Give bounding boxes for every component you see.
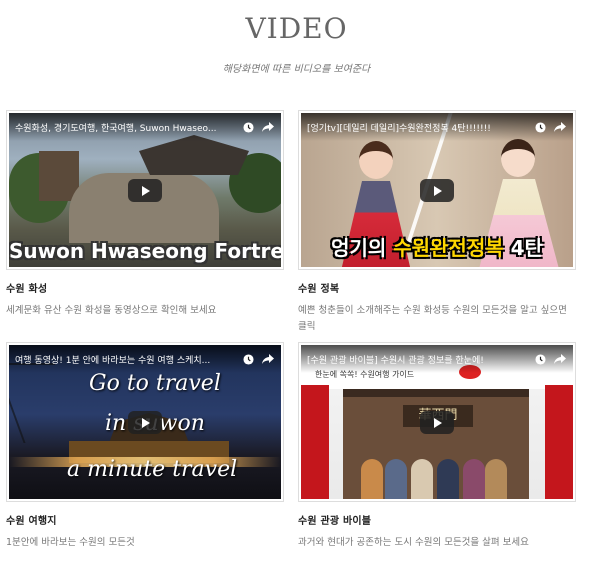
video-card: 한눈에 쏙쏙! 수원여행 가이드 華西門 [수원 관광 바이블] 수원시 관광 … [298, 342, 576, 551]
play-icon [142, 417, 150, 428]
video-frame[interactable]: 엉기의 수원완전정복 4탄 [엉기tv][데일리 데일리]수원완전정복 4탄!!… [298, 110, 576, 270]
video-thumbnail[interactable]: 한눈에 쏙쏙! 수원여행 가이드 華西門 [수원 관광 바이블] 수원시 관광 … [301, 345, 573, 499]
clock-icon[interactable] [533, 352, 547, 366]
share-icon[interactable] [553, 352, 567, 366]
video-title: 수원 여행지 [6, 516, 57, 527]
video-card: Go to travel in suwon a minute travel 여행… [6, 342, 284, 551]
video-top-bar: [수원 관광 바이블] 수원시 관광 정보를 한눈에! [301, 345, 573, 373]
thumbnail-text: 엉기의 수원완전정복 4탄 [331, 236, 543, 260]
video-card: 엉기의 수원완전정복 4탄 [엉기tv][데일리 데일리]수원완전정복 4탄!!… [298, 110, 576, 335]
thumbnail-text: Suwon Hwaseong Fortress [9, 239, 281, 263]
video-description: 세계문화 유산 수원 화성을 동영상으로 확인해 보세요 [6, 305, 217, 316]
play-button[interactable] [128, 411, 162, 434]
clock-icon[interactable] [533, 120, 547, 134]
video-title: 수원 화성 [6, 284, 48, 295]
play-icon [434, 185, 442, 196]
play-button[interactable] [128, 179, 162, 202]
play-icon [142, 185, 150, 196]
page-title: VIDEO [245, 12, 348, 45]
thumbnail-text: a minute travel [67, 457, 238, 482]
play-button[interactable] [420, 179, 454, 202]
video-top-bar: 여행 동영상! 1분 안에 바라보는 수원 여행 스케치... [9, 345, 281, 373]
video-frame[interactable]: Suwon Hwaseong Fortress 수원화성, 경기도여행, 한국여… [6, 110, 284, 270]
video-thumbnail[interactable]: Suwon Hwaseong Fortress 수원화성, 경기도여행, 한국여… [9, 113, 281, 267]
play-icon [434, 417, 442, 428]
play-button[interactable] [420, 411, 454, 434]
video-overlay-title[interactable]: 여행 동영상! 1분 안에 바라보는 수원 여행 스케치... [15, 353, 235, 366]
video-frame[interactable]: 한눈에 쏙쏙! 수원여행 가이드 華西門 [수원 관광 바이블] 수원시 관광 … [298, 342, 576, 502]
share-icon[interactable] [261, 120, 275, 134]
clock-icon[interactable] [241, 352, 255, 366]
share-icon[interactable] [553, 120, 567, 134]
video-overlay-title[interactable]: [엉기tv][데일리 데일리]수원완전정복 4탄!!!!!!! [307, 121, 527, 134]
share-icon[interactable] [261, 352, 275, 366]
video-title: 수원 관광 바이블 [298, 516, 372, 527]
video-overlay-title[interactable]: 수원화성, 경기도여행, 한국여행, Suwon Hwaseo... [15, 121, 235, 134]
video-overlay-title[interactable]: [수원 관광 바이블] 수원시 관광 정보를 한눈에! [307, 353, 527, 366]
video-title: 수원 정복 [298, 284, 340, 295]
video-frame[interactable]: Go to travel in suwon a minute travel 여행… [6, 342, 284, 502]
video-description: 예쁜 청춘들이 소개해주는 수원 화성등 수원의 모든것을 알고 싶으면 클릭 [298, 305, 567, 332]
clock-icon[interactable] [241, 120, 255, 134]
video-top-bar: [엉기tv][데일리 데일리]수원완전정복 4탄!!!!!!! [301, 113, 573, 141]
video-card: Suwon Hwaseong Fortress 수원화성, 경기도여행, 한국여… [6, 110, 284, 319]
video-description: 1분안에 바라보는 수원의 모든것 [6, 537, 135, 548]
video-thumbnail[interactable]: 엉기의 수원완전정복 4탄 [엉기tv][데일리 데일리]수원완전정복 4탄!!… [301, 113, 573, 267]
page-subtitle: 해당화면에 따른 비디오를 보여준다 [222, 64, 371, 75]
thumbnail-text: Go to travel [89, 371, 221, 396]
video-description: 과거와 현대가 공존하는 도시 수원의 모든것을 살펴 보세요 [298, 537, 529, 548]
video-thumbnail[interactable]: Go to travel in suwon a minute travel 여행… [9, 345, 281, 499]
video-top-bar: 수원화성, 경기도여행, 한국여행, Suwon Hwaseo... [9, 113, 281, 141]
